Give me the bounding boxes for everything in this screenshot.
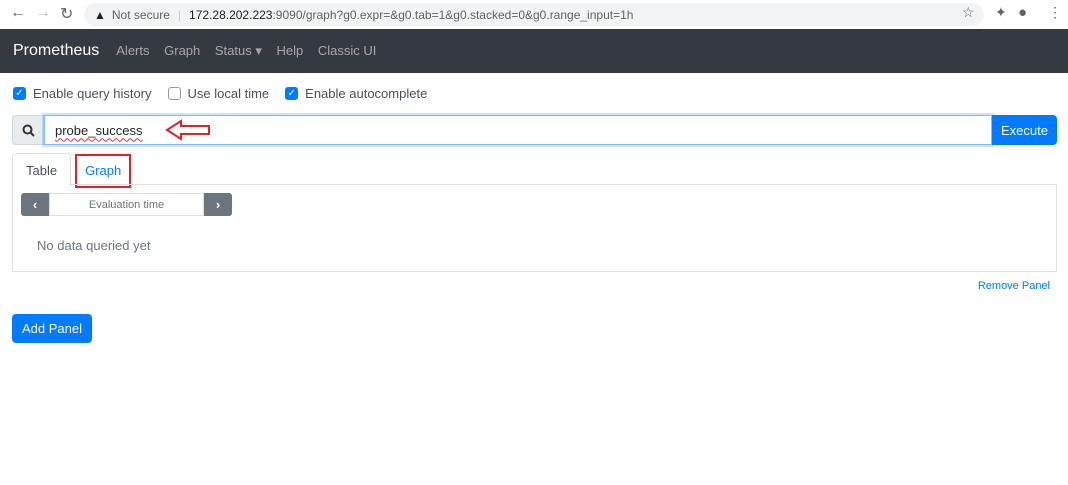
- back-icon[interactable]: ←: [10, 4, 26, 22]
- address-bar[interactable]: ▲ Not secure | 172.28.202.223:9090/graph…: [84, 3, 984, 26]
- chevron-right-icon[interactable]: ›: [204, 193, 232, 216]
- url-host: 172.28.202.223: [189, 7, 273, 22]
- nav-status[interactable]: Status ▾: [215, 43, 262, 58]
- enable-query-history-checkbox[interactable]: ✓ Enable query history: [13, 86, 152, 101]
- no-data-message: No data queried yet: [37, 238, 151, 253]
- nav-graph[interactable]: Graph: [164, 43, 200, 58]
- forward-icon[interactable]: →: [35, 4, 51, 22]
- nav-classic-ui[interactable]: Classic UI: [318, 43, 377, 58]
- url-path: :9090/graph?g0.expr=&g0.tab=1&g0.stacked…: [272, 7, 634, 22]
- profile-icon[interactable]: ●: [1018, 4, 1027, 21]
- expression-input[interactable]: probe_success: [44, 115, 992, 145]
- nav-help[interactable]: Help: [277, 43, 304, 58]
- chevron-left-icon[interactable]: ‹: [21, 193, 49, 216]
- nav-alerts[interactable]: Alerts: [116, 43, 149, 58]
- search-icon: [12, 115, 44, 145]
- tab-table[interactable]: Table: [12, 153, 72, 188]
- brand[interactable]: Prometheus: [13, 42, 99, 60]
- star-icon[interactable]: ☆: [962, 4, 975, 21]
- checkbox-checked-icon: ✓: [285, 87, 299, 100]
- security-label[interactable]: Not secure: [112, 8, 170, 22]
- checkbox-checked-icon: ✓: [13, 87, 26, 100]
- checkbox-unchecked-icon: [167, 87, 181, 100]
- add-panel-button[interactable]: Add Panel: [12, 314, 92, 343]
- remove-panel-link[interactable]: Remove Panel: [978, 280, 1050, 292]
- use-local-time-checkbox[interactable]: Use local time: [167, 86, 269, 101]
- evaluation-time-input[interactable]: Evaluation time: [49, 193, 204, 216]
- warning-icon: ▲: [94, 7, 106, 22]
- annotation-arrow-icon: [165, 119, 210, 141]
- menu-icon[interactable]: ⋮: [1048, 4, 1062, 21]
- enable-autocomplete-checkbox[interactable]: ✓ Enable autocomplete: [285, 86, 427, 101]
- table-panel: ‹ Evaluation time › No data queried yet: [12, 184, 1057, 272]
- reload-icon[interactable]: ↻: [60, 4, 73, 24]
- extensions-icon[interactable]: ✦: [995, 4, 1007, 21]
- navbar: Prometheus Alerts Graph Status ▾ Help Cl…: [0, 29, 1068, 73]
- tab-graph[interactable]: Graph: [75, 154, 132, 188]
- execute-button[interactable]: Execute: [992, 115, 1057, 145]
- browser-toolbar: ← → ↻ ▲ Not secure | 172.28.202.223:9090…: [0, 0, 1068, 29]
